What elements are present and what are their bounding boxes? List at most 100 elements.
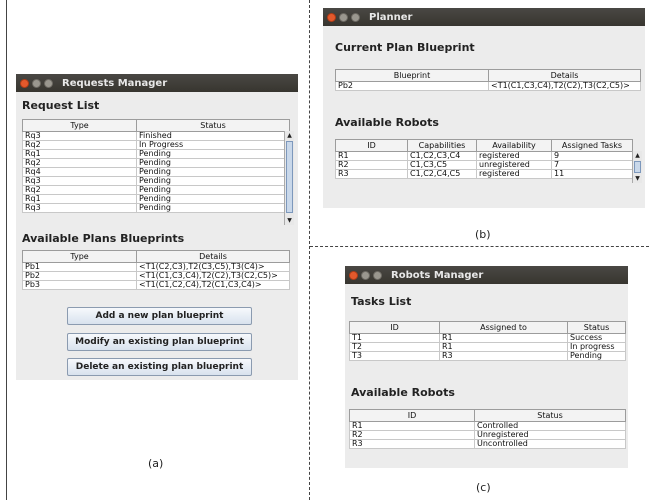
table-row[interactable]: R3 Uncontrolled: [349, 439, 626, 449]
column-header-id[interactable]: ID: [349, 409, 475, 422]
column-header-id[interactable]: ID: [349, 321, 440, 334]
request-list-table: Type Status Rq3 Finished Rq2 In Progress R…: [22, 119, 290, 213]
request-type: Rq3: [22, 131, 137, 141]
maximize-icon[interactable]: [373, 270, 382, 280]
column-header-type[interactable]: Type: [22, 250, 137, 263]
blueprints-heading: Available Plans Blueprints: [22, 232, 185, 245]
column-header-blueprint[interactable]: Blueprint: [335, 69, 489, 82]
task-assigned-to: R1: [439, 333, 568, 343]
table-row[interactable]: R3 C1,C2,C4,C5 registered 11: [335, 169, 633, 179]
scroll-down-arrow-icon[interactable]: ▼: [285, 216, 294, 225]
column-header-availability[interactable]: Availability: [476, 139, 552, 152]
request-status: Pending: [136, 194, 290, 204]
current-plan-heading: Current Plan Blueprint: [335, 41, 475, 54]
close-icon[interactable]: [349, 270, 358, 280]
tasks-table: ID Assigned to Status T1 R1 Success T2 R1 In…: [349, 321, 626, 361]
column-header-details[interactable]: Details: [488, 69, 641, 82]
table-row[interactable]: T1 R1 Success: [349, 333, 626, 343]
robots-manager-titlebar: Robots Manager: [345, 266, 628, 284]
table-row[interactable]: Pb3 <T1(C1,C2,C4),T2(C1,C3,C4)>: [22, 280, 290, 290]
panel-divider-horizontal: [310, 246, 649, 247]
robot-status: Uncontrolled: [474, 439, 626, 449]
blueprint-details: <T1(C1,C3,C4),T2(C2),T3(C2,C5)>: [488, 81, 641, 91]
minimize-icon[interactable]: [361, 270, 370, 280]
column-header-type[interactable]: Type: [22, 119, 137, 132]
modify-blueprint-button[interactable]: Modify an existing plan blueprint: [67, 333, 252, 351]
table-row[interactable]: T3 R3 Pending: [349, 351, 626, 361]
planner-window: Planner Current Plan Blueprint Blueprint…: [323, 8, 645, 208]
scrollbar-thumb[interactable]: [286, 141, 293, 213]
robot-assigned-tasks: 11: [551, 169, 633, 179]
close-icon[interactable]: [327, 12, 336, 22]
request-list-heading: Request List: [22, 99, 100, 112]
task-id: T2: [349, 342, 440, 352]
request-status: Pending: [136, 149, 290, 159]
table-row[interactable]: R1 Controlled: [349, 421, 626, 431]
panel-divider-vertical: [309, 0, 310, 500]
table-row[interactable]: R2 Unregistered: [349, 430, 626, 440]
table-row[interactable]: Pb2 <T1(C1,C3,C4),T2(C2),T3(C2,C5)>: [335, 81, 641, 91]
window-title: Planner: [369, 11, 413, 23]
blueprint-details: <T1(C2,C3),T2(C3,C5),T3(C4)>: [136, 262, 290, 272]
blueprint-id: Pb2: [335, 81, 489, 91]
column-header-assigned-to[interactable]: Assigned to: [439, 321, 568, 334]
table-row[interactable]: R2 C1,C3,C5 unregistered 7: [335, 160, 633, 170]
robot-availability: unregistered: [476, 160, 552, 170]
request-type: Rq2: [22, 185, 137, 195]
delete-blueprint-button[interactable]: Delete an existing plan blueprint: [67, 358, 252, 376]
request-status: In Progress: [136, 140, 290, 150]
table-row[interactable]: Rq3 Pending: [22, 203, 290, 213]
minimize-icon[interactable]: [339, 12, 348, 22]
request-type: Rq2: [22, 140, 137, 150]
column-header-id[interactable]: ID: [335, 139, 408, 152]
table-row[interactable]: Rq2 Pending: [22, 185, 290, 195]
table-row[interactable]: T2 R1 In progress: [349, 342, 626, 352]
table-row[interactable]: Rq1 Pending: [22, 149, 290, 159]
close-icon[interactable]: [20, 78, 29, 88]
robot-status: Controlled: [474, 421, 626, 431]
request-type: Rq1: [22, 149, 137, 159]
column-header-status[interactable]: Status: [136, 119, 290, 132]
column-header-status[interactable]: Status: [474, 409, 626, 422]
add-blueprint-button[interactable]: Add a new plan blueprint: [67, 307, 252, 325]
scroll-up-arrow-icon[interactable]: ▲: [285, 131, 294, 140]
scroll-up-arrow-icon[interactable]: ▲: [633, 151, 642, 160]
request-type: Rq4: [22, 167, 137, 177]
caption-c: (c): [476, 481, 491, 494]
column-header-assigned-tasks[interactable]: Assigned Tasks: [551, 139, 633, 152]
task-assigned-to: R1: [439, 342, 568, 352]
robot-id: R2: [349, 430, 475, 440]
request-list-scrollbar[interactable]: ▲ ▼: [284, 131, 294, 225]
minimize-icon[interactable]: [32, 78, 41, 88]
request-status: Pending: [136, 176, 290, 186]
robot-capabilities: C1,C3,C5: [407, 160, 477, 170]
robot-id: R2: [335, 160, 408, 170]
task-status: Success: [567, 333, 626, 343]
table-row[interactable]: Pb2 <T1(C1,C3,C4),T2(C2),T3(C2,C5)>: [22, 271, 290, 281]
blueprint-type: Pb1: [22, 262, 137, 272]
table-row[interactable]: Rq2 Pending: [22, 158, 290, 168]
available-robots-heading: Available Robots: [335, 116, 439, 129]
table-row[interactable]: Rq4 Pending: [22, 167, 290, 177]
column-header-details[interactable]: Details: [136, 250, 290, 263]
table-row[interactable]: R1 C1,C2,C3,C4 registered 9: [335, 151, 633, 161]
table-row[interactable]: Rq3 Finished: [22, 131, 290, 141]
request-status: Pending: [136, 203, 290, 213]
caption-a: (a): [148, 457, 164, 470]
figure-border-left: [6, 0, 7, 500]
maximize-icon[interactable]: [44, 78, 53, 88]
scrollbar-thumb[interactable]: [634, 161, 641, 173]
column-header-status[interactable]: Status: [567, 321, 626, 334]
scroll-down-arrow-icon[interactable]: ▼: [633, 174, 642, 183]
request-status: Pending: [136, 185, 290, 195]
blueprints-table: Type Details Pb1 <T1(C2,C3),T2(C3,C5),T3(…: [22, 250, 290, 290]
column-header-capabilities[interactable]: Capabilities: [407, 139, 477, 152]
maximize-icon[interactable]: [351, 12, 360, 22]
planner-robots-scrollbar[interactable]: ▲ ▼: [632, 151, 642, 183]
table-row[interactable]: Pb1 <T1(C2,C3),T2(C3,C5),T3(C4)>: [22, 262, 290, 272]
table-row[interactable]: Rq3 Pending: [22, 176, 290, 186]
request-status: Pending: [136, 167, 290, 177]
request-status: Finished: [136, 131, 290, 141]
table-row[interactable]: Rq1 Pending: [22, 194, 290, 204]
table-row[interactable]: Rq2 In Progress: [22, 140, 290, 150]
